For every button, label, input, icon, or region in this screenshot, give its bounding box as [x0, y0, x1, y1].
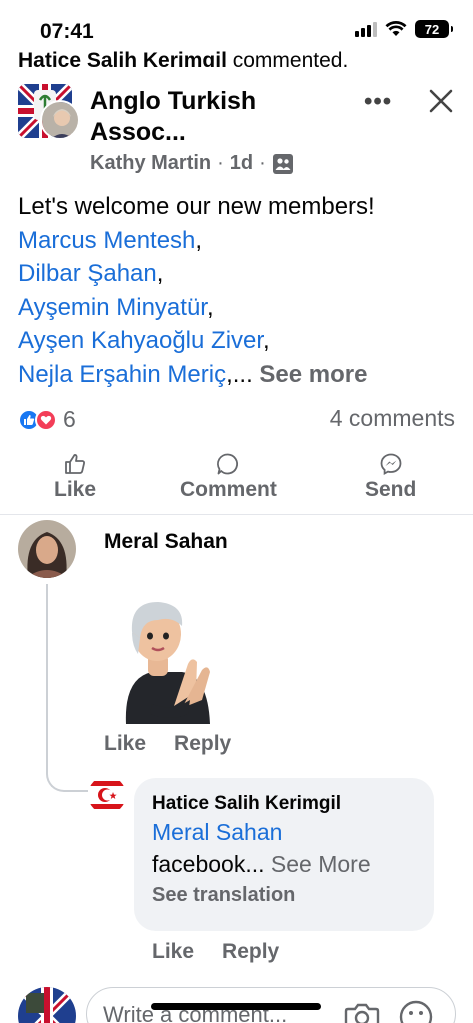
activity-action: commented.: [232, 50, 349, 67]
comment-author[interactable]: Hatice Salih Kerimgil: [152, 792, 416, 816]
status-bar: 07:41 72: [0, 0, 473, 52]
comment-reply-button[interactable]: Reply: [174, 732, 231, 756]
see-more-link[interactable]: See more: [259, 361, 367, 388]
member-tag[interactable]: Dilbar Şahan: [18, 260, 157, 287]
like-button[interactable]: Like: [54, 452, 96, 502]
avatar[interactable]: [88, 776, 126, 814]
camera-icon[interactable]: [344, 1001, 380, 1023]
wifi-icon: [385, 21, 407, 36]
post-time[interactable]: 1d: [230, 152, 253, 175]
post-actions: Like Comment Send: [0, 452, 473, 508]
tag-line: Ayşen Kahyaoğlu Ziver,: [18, 327, 270, 354]
activity-actor: Hatice Salih Kerimgil: [18, 50, 227, 67]
thread-connector: [46, 584, 88, 792]
post-author[interactable]: Kathy Martin: [90, 152, 211, 175]
comment-button[interactable]: Comment: [180, 452, 277, 502]
emoji-icon[interactable]: [398, 999, 434, 1023]
member-tag[interactable]: Ayşen Kahyaoğlu Ziver: [18, 327, 263, 354]
comments-count[interactable]: 4 comments: [330, 405, 455, 432]
post-body: Let's welcome our new members! Marcus Me…: [18, 190, 458, 391]
tag-line: Ayşemin Minyatür,: [18, 293, 214, 321]
activity-header: Hatice Salih Kerimgil commented.: [18, 50, 348, 67]
comment-like-button[interactable]: Like: [104, 732, 146, 756]
avatar[interactable]: [18, 987, 76, 1023]
comment-outline-icon: [217, 453, 239, 475]
group-members-icon: [272, 153, 293, 174]
status-icons: 72: [355, 20, 453, 38]
comment-reply-button[interactable]: Reply: [222, 940, 279, 964]
send-button[interactable]: Send: [365, 452, 416, 502]
close-icon[interactable]: [426, 86, 456, 116]
avatar[interactable]: [18, 520, 76, 578]
mention-tag[interactable]: Meral Sahan: [152, 816, 416, 848]
see-more-link[interactable]: See More: [271, 851, 371, 877]
comment-author[interactable]: Meral Sahan: [104, 530, 228, 554]
member-tag[interactable]: Nejla Erşahin Meriç: [18, 361, 226, 388]
comment-actions: Like Reply: [152, 940, 279, 964]
divider: [0, 514, 473, 515]
reaction-count: 6: [63, 406, 76, 432]
home-indicator: [151, 1003, 321, 1010]
member-tag[interactable]: Marcus Mentesh: [18, 227, 195, 254]
see-translation-link[interactable]: See translation: [152, 880, 416, 910]
like-label: Like: [54, 478, 97, 501]
group-name[interactable]: Anglo Turkish Assoc...: [90, 86, 340, 148]
post-meta: Kathy Martin · 1d ·: [90, 152, 294, 175]
comment-label: Comment: [180, 478, 277, 501]
avatar-sticker: [112, 596, 222, 726]
tag-line: Marcus Mentesh,: [18, 226, 203, 254]
post-intro: Let's welcome our new members!: [18, 193, 375, 220]
tag-line: Dilbar Şahan,: [18, 260, 164, 287]
status-time: 07:41: [40, 20, 94, 43]
signal-icon: [355, 21, 377, 37]
member-tag[interactable]: Ayşemin Minyatür: [18, 294, 207, 321]
comment-text: facebook... See More: [152, 851, 371, 877]
author-avatar[interactable]: [40, 100, 80, 140]
reply-bubble[interactable]: Hatice Salih Kerimgil Meral Sahan facebo…: [134, 778, 434, 931]
more-icon[interactable]: •••: [364, 88, 392, 116]
comment-like-button[interactable]: Like: [152, 940, 194, 964]
messenger-icon: [380, 453, 402, 476]
post-header: Anglo Turkish Assoc... ••• Kathy Martin …: [18, 84, 458, 184]
reaction-summary[interactable]: 6: [18, 406, 76, 433]
love-reaction-icon: [35, 408, 57, 431]
comment-actions: Like Reply: [104, 732, 231, 756]
tag-line: Nejla Erşahin Meriç,... See more: [18, 360, 368, 388]
send-label: Send: [365, 478, 417, 501]
battery-icon: 72: [415, 20, 453, 38]
like-outline-icon: [65, 454, 86, 474]
